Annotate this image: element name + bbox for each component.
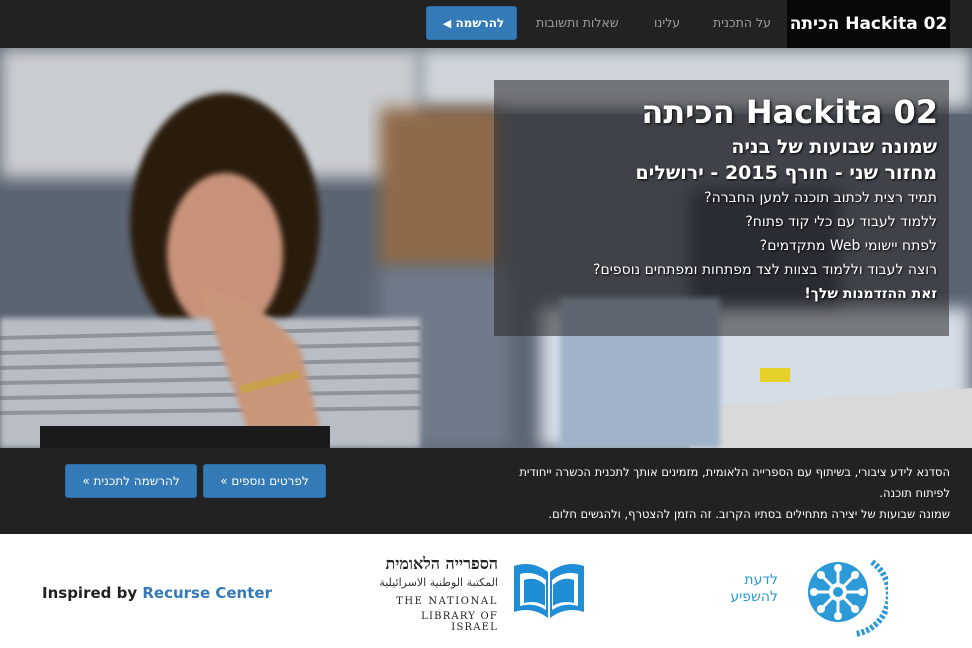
hero-question: רוצה לעבוד וללמוד בצוות לצד מפתחות ומפתח… bbox=[593, 262, 937, 278]
sadna-tagline: לדעת להשפיע bbox=[712, 572, 778, 606]
top-navbar: Hackita 02 הכיתה על התכנית עלינו שאלות ו… bbox=[0, 0, 972, 48]
nav-link-about-program[interactable]: על התכנית bbox=[713, 0, 771, 48]
more-details-button[interactable]: לפרטים נוספים » bbox=[203, 464, 326, 498]
info-text-schedule: שמונה שבועות של יצירה מתחילים בסתיו הקרו… bbox=[548, 507, 950, 521]
hero-text-panel: Hackita 02 הכיתה שמונה שבועות של בניה מח… bbox=[494, 80, 949, 336]
site-brand[interactable]: Hackita 02 הכיתה bbox=[787, 0, 950, 48]
info-strip: הסדנא לידע ציבורי, בשיתוף עם הספרייה הלא… bbox=[0, 448, 972, 534]
sadna-tagline-2: להשפיע bbox=[730, 589, 778, 605]
hero-title: Hackita 02 הכיתה bbox=[641, 93, 938, 131]
hero-closing: זאת ההזדמנות שלך! bbox=[804, 286, 937, 302]
open-book-icon[interactable] bbox=[512, 558, 586, 622]
sadna-tagline-1: לדעת bbox=[744, 572, 778, 588]
nav-link-faq[interactable]: שאלות ותשובות bbox=[536, 0, 619, 48]
nli-name-arabic: المكتبة الوطنية الاسرائيلية bbox=[379, 576, 498, 589]
nav-link-about-us[interactable]: עלינו bbox=[654, 0, 680, 48]
nav-register-button[interactable]: להרשמה ◀ bbox=[426, 6, 517, 40]
inspired-prefix: Inspired by bbox=[42, 584, 138, 602]
nli-name-english-1: THE NATIONAL bbox=[396, 596, 498, 607]
info-description: הסדנא לידע ציבורי, בשיתוף עם הספרייה הלא… bbox=[488, 462, 950, 525]
caret-left-icon: ◀ bbox=[442, 17, 452, 30]
hero-question: תמיד רצית לכתוב תוכנה למען החברה? bbox=[704, 190, 937, 206]
sadna-logo-icon[interactable] bbox=[798, 550, 888, 640]
nli-name-hebrew: הספרייה הלאומית bbox=[385, 554, 498, 573]
nli-name-english-2: LIBRARY OF ISRAEL bbox=[421, 611, 498, 633]
inspired-by: Inspired by Recurse Center bbox=[42, 584, 272, 602]
hero-question: לפתח יישומי Web מתקדמים? bbox=[759, 238, 937, 254]
hero-question: ללמוד לעבוד עם כלי קוד פתוח? bbox=[745, 214, 937, 230]
hero-subtitle-weeks: שמונה שבועות של בניה bbox=[731, 136, 937, 158]
hero-section: Hackita 02 הכיתה שמונה שבועות של בניה מח… bbox=[0, 48, 972, 448]
recurse-center-link[interactable]: Recurse Center bbox=[142, 584, 272, 602]
partners-footer: Inspired by Recurse Center הספרייה הלאומ… bbox=[0, 534, 972, 648]
hero-subtitle-cohort: מחזור שני - חורף 2015 - ירושלים bbox=[635, 162, 937, 184]
register-program-button[interactable]: להרשמה לתכנית » bbox=[65, 464, 197, 498]
register-label: להרשמה bbox=[455, 16, 505, 30]
info-text-partners: הסדנא לידע ציבורי, בשיתוף עם הספרייה הלא… bbox=[519, 465, 950, 500]
